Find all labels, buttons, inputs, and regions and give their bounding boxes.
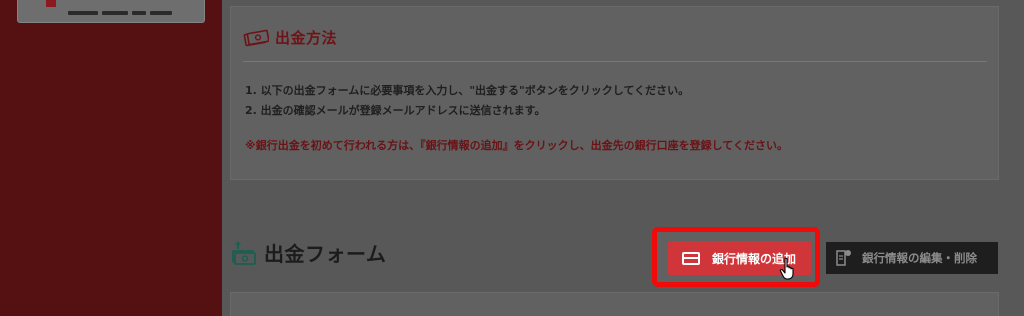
panel-header: 出金方法 [243,27,337,48]
panel-title: 出金方法 [275,29,338,47]
withdraw-form-icon [232,240,256,266]
withdraw-form-panel [230,292,999,316]
money-icon [243,29,270,47]
document-edit-icon [836,249,852,267]
instruction-step-1: 1. 以下の出金フォームに必要事項を入力し、"出金する"ボタンをクリックしてくだ… [245,84,690,97]
sidebar-menu-item-text-clipped [68,0,188,15]
edit-delete-bank-info-label: 銀行情報の編集・削除 [862,251,977,265]
divider [243,61,987,62]
credit-card-icon [682,251,700,265]
sidebar [0,0,222,316]
pointer-cursor-icon [779,257,797,281]
menu-marker-icon [46,0,56,7]
edit-delete-bank-info-button[interactable]: 銀行情報の編集・削除 [826,242,998,274]
main-content: 出金方法 1. 以下の出金フォームに必要事項を入力し、"出金する"ボタンをクリッ… [222,0,1024,316]
form-title: 出金フォーム [264,242,387,266]
withdraw-form-header: 出金フォーム [232,238,386,267]
instruction-step-2: 2. 出金の確認メールが登録メールアドレスに送信されます。 [245,104,546,117]
withdraw-method-panel: 出金方法 1. 以下の出金フォームに必要事項を入力し、"出金する"ボタンをクリッ… [230,6,999,180]
sidebar-menu-item[interactable] [17,0,205,23]
notice-text: ※銀行出金を初めて行われる方は、『銀行情報の追加』をクリックし、出金先の銀行口座… [245,139,788,152]
